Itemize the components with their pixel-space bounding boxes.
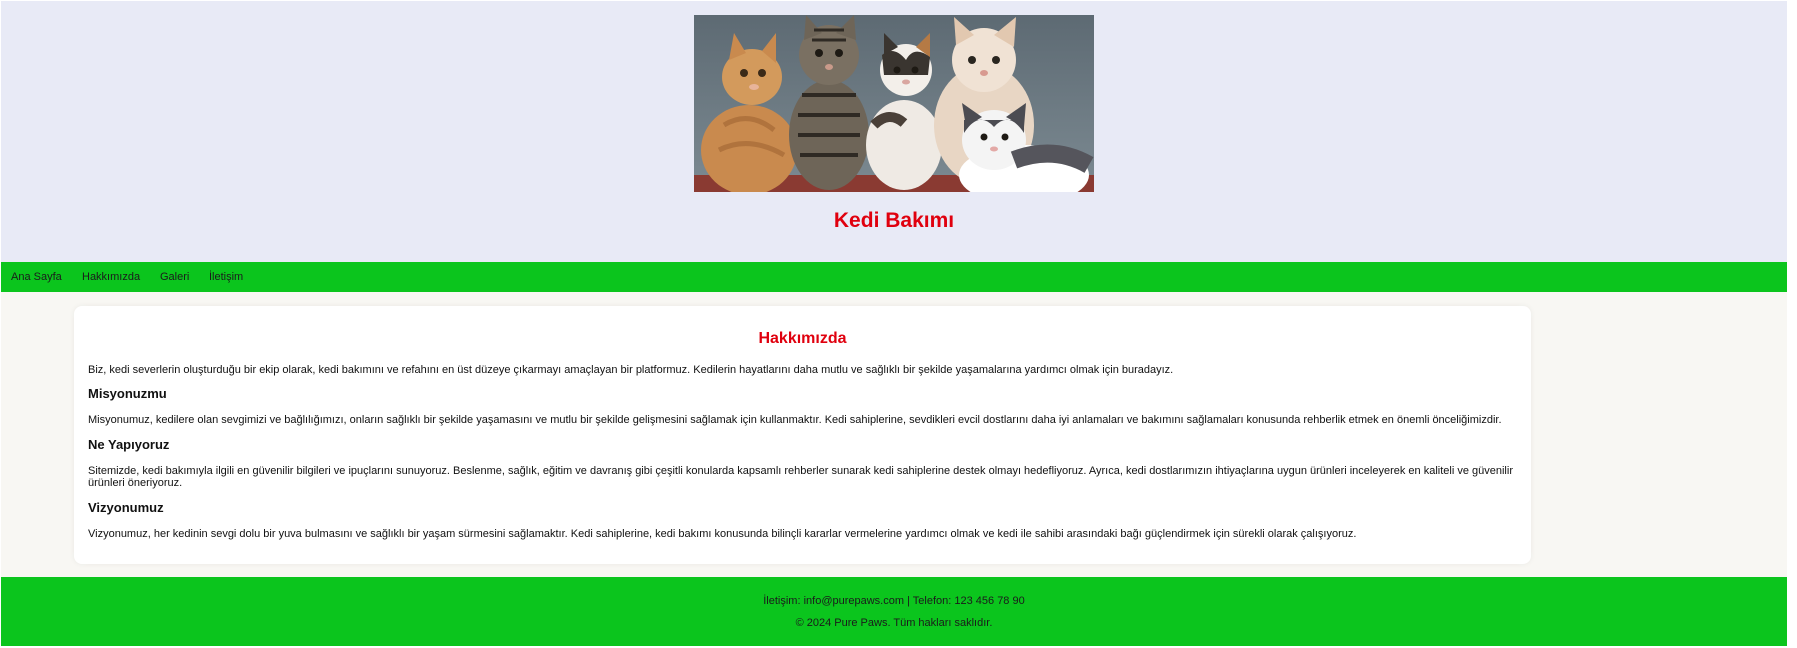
vision-paragraph: Vizyonumuz, her kedinin sevgi dolu bir y…: [88, 528, 1357, 540]
footer-copyright: © 2024 Pure Paws. Tüm hakları saklıdır.: [795, 617, 993, 629]
nav-item-home[interactable]: Ana Sayfa: [11, 262, 62, 292]
footer-contact: İletişim: info@purepaws.com | Telefon: 1…: [763, 595, 1025, 607]
site-frame: Kedi Bakımı Ana Sayfa Hakkımızda Galeri …: [1, 1, 1787, 646]
page: Kedi Bakımı Ana Sayfa Hakkımızda Galeri …: [0, 0, 1797, 648]
mission-paragraph: Misyonumuz, kedilere olan sevgimizi ve b…: [88, 414, 1502, 426]
nav-item-contact[interactable]: İletişim: [209, 262, 243, 292]
mission-heading: Misyonuzmu: [88, 386, 167, 401]
nav-item-about[interactable]: Hakkımızda: [82, 262, 140, 292]
nav-item-gallery[interactable]: Galeri: [160, 262, 189, 292]
site-footer: İletişim: info@purepaws.com | Telefon: 1…: [1, 577, 1787, 646]
about-heading: Hakkımızda: [758, 330, 847, 347]
what-we-do-paragraph: Sitemizde, kedi bakımıyla ilgili en güve…: [88, 465, 1513, 489]
intro-paragraph: Biz, kedi severlerin oluşturduğu bir eki…: [88, 364, 1174, 376]
kittens-illustration: [694, 15, 1094, 192]
about-content-card: Hakkımızda Biz, kedi severlerin oluşturd…: [74, 306, 1531, 564]
site-header: Kedi Bakımı: [1, 1, 1787, 262]
hero-kittens-image: [694, 15, 1094, 192]
main-nav: Ana Sayfa Hakkımızda Galeri İletişim: [1, 262, 1787, 292]
vision-heading: Vizyonumuz: [88, 500, 164, 515]
what-we-do-heading: Ne Yapıyoruz: [88, 437, 170, 452]
site-title: Kedi Bakımı: [833, 209, 955, 232]
